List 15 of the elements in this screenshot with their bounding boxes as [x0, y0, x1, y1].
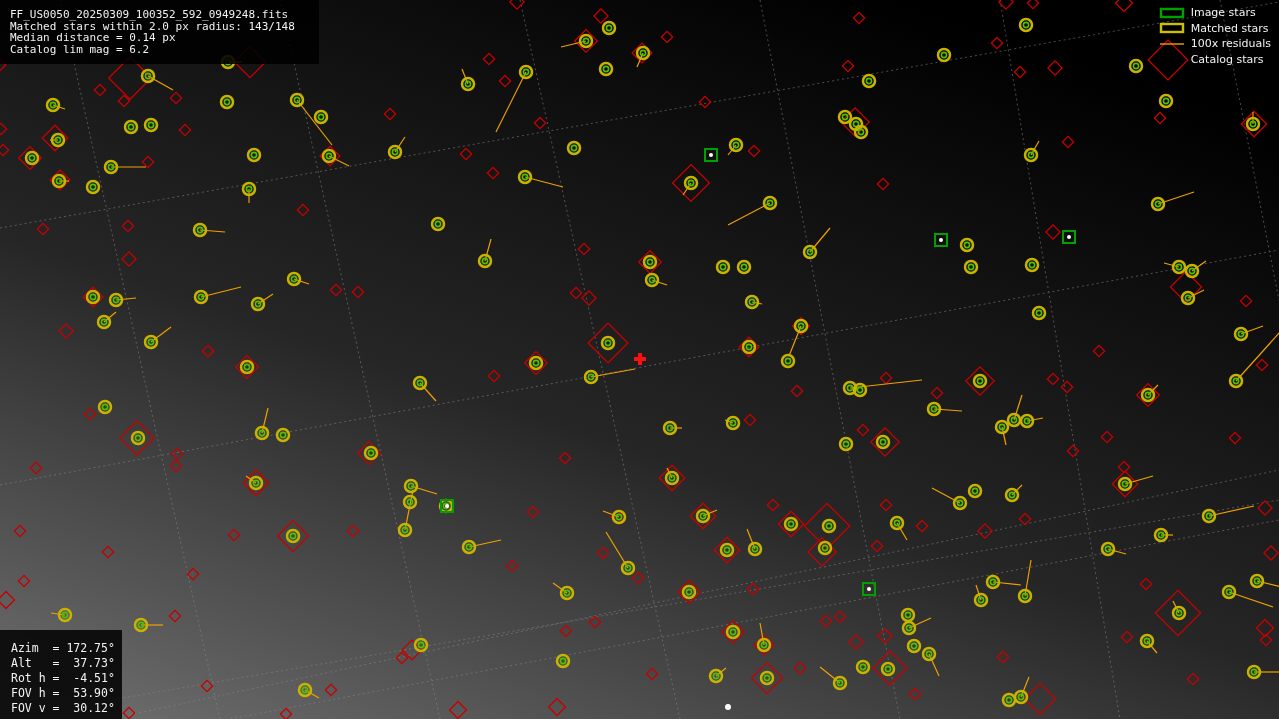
info-text: Catalog lim mag = 6.2 — [10, 43, 151, 55]
pointing-text: FOV h = 53.90° — [11, 686, 112, 701]
legend-square-icon — [1158, 6, 1185, 19]
info-text: Median distance = 0.14 px — [10, 32, 176, 44]
legend-label: Image stars — [1190, 6, 1256, 20]
pointing-text: Azim = 172.75° — [11, 641, 112, 656]
pointing-text: Alt = 37.73° — [11, 656, 112, 671]
info-text: FF_US0050_20250309_100352_592_0949248.fits — [10, 9, 290, 21]
legend-label: 100x residuals — [1190, 37, 1271, 51]
pointing-text: Rot h = -4.51° — [11, 671, 112, 686]
legend-square-icon — [1158, 22, 1185, 35]
legend-label: Catalog stars — [1190, 52, 1264, 66]
legend-label: Matched stars — [1190, 21, 1269, 35]
pointing-text: FOV v = 30.12° — [11, 701, 112, 716]
info-text: Matched stars within 2.0 px radius: 143/148 — [10, 20, 296, 32]
